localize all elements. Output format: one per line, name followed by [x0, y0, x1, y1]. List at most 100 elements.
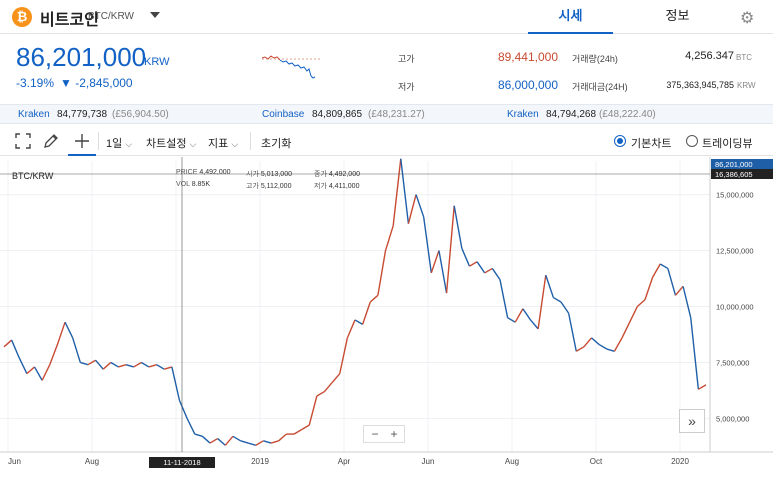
exchange-name[interactable]: Kraken	[507, 109, 539, 120]
chevron-down-icon: ⌵	[231, 139, 239, 149]
price-segment	[64, 321, 74, 339]
price-segment	[613, 337, 623, 352]
price-segment	[476, 261, 486, 274]
price-segment	[407, 194, 417, 224]
indicators-label: 지표	[208, 138, 229, 150]
basic-chart-radio[interactable]	[614, 135, 626, 147]
chart-toolbar: 1일 ⌵ 차트설정 ⌵ 지표 ⌵ 초기화 기본차트 트레이딩뷰	[0, 126, 773, 156]
price-segment	[453, 205, 463, 249]
price-segment	[148, 364, 157, 368]
coin-pair: BTC/KRW	[88, 11, 134, 22]
volume-label: 거래량(24h)	[572, 54, 618, 64]
info-low-label: 저가	[314, 183, 327, 190]
price-segment	[430, 250, 440, 274]
price-segment	[194, 433, 203, 438]
current-price: 86,201,000	[16, 42, 147, 72]
pencil-icon[interactable]	[42, 132, 60, 150]
info-vol: VOL 8.85K	[176, 181, 210, 188]
tab-quote[interactable]: 시세	[528, 0, 613, 34]
price-segment	[507, 317, 516, 323]
price-segment	[240, 440, 249, 444]
indicators-menu[interactable]: 지표 ⌵	[208, 135, 238, 151]
price-segment	[331, 373, 341, 384]
volume-value: 4,256.347	[685, 50, 734, 62]
price-segment	[553, 296, 562, 303]
x-tick-label: Jun	[8, 457, 21, 466]
price-segment	[164, 366, 173, 370]
sparkline-after	[279, 59, 316, 79]
exchange-price: 84,809,865	[312, 109, 363, 120]
scroll-to-latest-button[interactable]: »	[679, 409, 705, 433]
price-segment	[369, 294, 379, 303]
amount-unit: KRW	[737, 81, 756, 90]
x-tick-label: 2019	[251, 457, 269, 466]
info-vol-label: VOL	[176, 181, 190, 188]
price-segment	[178, 400, 188, 419]
price-chart[interactable]: 15,000,000 12,500,000 10,000,000 7,500,000 5…	[0, 157, 773, 481]
info-price-label: PRICE	[176, 169, 198, 176]
price-segment	[270, 440, 279, 444]
fullscreen-icon[interactable]	[14, 132, 32, 150]
price-segment	[644, 277, 654, 301]
price-segment	[186, 418, 196, 435]
info-open: 시가 5,013,000	[246, 169, 292, 179]
chevron-down-icon[interactable]	[150, 12, 160, 18]
x-tick-label: Jun	[422, 457, 435, 466]
tab-info[interactable]: 정보	[640, 0, 715, 34]
price-segment	[354, 319, 363, 326]
x-tick-label: Apr	[338, 457, 351, 466]
price-segment	[484, 267, 493, 274]
price-segment	[384, 225, 394, 251]
exchange-name[interactable]: Coinbase	[262, 109, 304, 120]
price-segment	[72, 337, 81, 363]
y-tick-label: 10,000,000	[716, 303, 754, 312]
tradingview-radio[interactable]	[686, 135, 698, 147]
info-close-value: 4,492,000	[328, 171, 360, 178]
price-segment	[659, 263, 669, 270]
price-segment	[110, 361, 119, 368]
price-segment	[469, 261, 478, 267]
price-currency: KRW	[144, 56, 170, 68]
price-segment	[529, 319, 539, 330]
high-label: 고가	[398, 54, 415, 64]
info-close: 종가 4,492,000	[314, 169, 360, 179]
crosshair-button[interactable]	[68, 132, 96, 156]
chart-settings-menu[interactable]: 차트설정 ⌵	[146, 135, 196, 151]
price-segment	[499, 279, 509, 318]
gear-icon[interactable]: ⚙	[740, 8, 754, 28]
price-segment	[667, 268, 677, 296]
price-segment	[209, 437, 219, 444]
zoom-out-button[interactable]: −	[366, 427, 384, 441]
basic-chart-label[interactable]: 기본차트	[631, 135, 671, 151]
price-segment	[575, 346, 585, 352]
tradingview-label[interactable]: 트레이딩뷰	[702, 135, 753, 151]
price-segment	[41, 364, 51, 381]
info-open-label: 시가	[246, 171, 259, 178]
zoom-controls: − +	[363, 425, 405, 443]
price-segment	[591, 337, 600, 346]
exchange-price-gbp: (£48,231.27)	[368, 109, 425, 120]
x-tick-label: 2020	[671, 457, 689, 466]
toolbar-divider	[250, 132, 251, 150]
exchange-name[interactable]: Kraken	[18, 109, 50, 120]
price-segment	[445, 205, 455, 294]
exchange-prices-bar: Kraken 84,779,738 (£56,904.50) Coinbase …	[0, 104, 773, 124]
change-percent: -3.19%	[16, 76, 55, 90]
info-close-label: 종가	[314, 171, 327, 178]
interval-select[interactable]: 1일 ⌵	[106, 135, 132, 151]
price-segment	[606, 348, 615, 352]
zoom-in-button[interactable]: +	[385, 427, 403, 441]
price-segment	[201, 435, 211, 444]
sparkline-before	[262, 55, 281, 61]
reset-button[interactable]: 초기화	[261, 135, 291, 151]
price-segment	[278, 433, 287, 442]
sparkline-chart	[262, 55, 322, 79]
info-open-value: 5,013,000	[260, 171, 292, 178]
price-segment	[438, 250, 448, 294]
price-segment	[140, 361, 150, 368]
x-tick-label: Oct	[590, 457, 603, 466]
price-segment	[674, 285, 684, 296]
price-segment	[415, 194, 425, 218]
bitcoin-icon: ₿	[12, 7, 32, 27]
price-segment	[217, 438, 226, 446]
